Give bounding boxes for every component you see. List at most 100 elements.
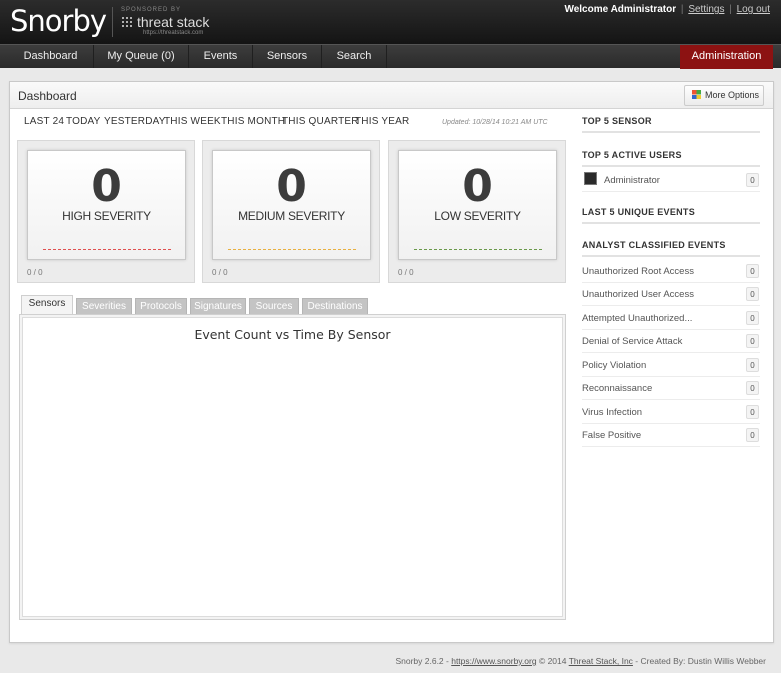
- range-this-month[interactable]: THIS MONTH: [221, 116, 285, 127]
- tab-protocols[interactable]: Protocols: [135, 298, 187, 314]
- severity-count: 0: [462, 161, 493, 212]
- classification-name: Attempted Unauthorized...: [582, 313, 693, 324]
- snorby-site-link[interactable]: https://www.snorby.org: [451, 656, 536, 666]
- tab-destinations[interactable]: Destinations: [302, 298, 368, 314]
- classification-count: 0: [746, 428, 759, 442]
- range-last-24[interactable]: LAST 24: [24, 116, 64, 127]
- threat-stack-logo: threat stack: [121, 14, 209, 30]
- footer-copyright: © 2014: [536, 656, 569, 666]
- severity-line: [43, 249, 171, 250]
- footer-credit: - Created By: Dustin Willis Webber: [632, 656, 766, 666]
- classification-count: 0: [746, 334, 759, 348]
- classification-row[interactable]: Policy Violation 0: [582, 354, 760, 377]
- classification-name: Reconnaissance: [582, 383, 653, 394]
- user-links: Welcome Administrator | Settings | Log o…: [564, 4, 770, 15]
- classification-row[interactable]: Denial of Service Attack 0: [582, 330, 760, 353]
- classified-events-heading: ANALYST CLASSIFIED EVENTS: [582, 240, 760, 257]
- sponsor-name: threat stack: [137, 14, 210, 30]
- chart-container: Event Count vs Time By Sensor: [19, 314, 566, 620]
- severity-card: 0 LOW SEVERITY: [398, 150, 557, 260]
- separator: |: [680, 4, 684, 15]
- nav-administration[interactable]: Administration: [680, 45, 773, 69]
- classification-name: Denial of Service Attack: [582, 336, 683, 347]
- range-this-week[interactable]: THIS WEEK: [164, 116, 221, 127]
- severity-label: HIGH SEVERITY: [62, 209, 151, 223]
- classification-count: 0: [746, 287, 759, 301]
- high-severity-box[interactable]: 0 HIGH SEVERITY 0 / 0: [17, 140, 195, 283]
- unique-events-heading: LAST 5 UNIQUE EVENTS: [582, 207, 760, 224]
- separator: |: [729, 4, 732, 15]
- severity-ratio: 0 / 0: [27, 268, 43, 277]
- severity-card: 0 MEDIUM SEVERITY: [212, 150, 371, 260]
- nav-events[interactable]: Events: [189, 45, 253, 68]
- classification-row[interactable]: Unauthorized Root Access 0: [582, 260, 760, 283]
- severity-label: MEDIUM SEVERITY: [238, 209, 345, 223]
- severity-ratio: 0 / 0: [212, 268, 228, 277]
- nav-search[interactable]: Search: [322, 45, 387, 68]
- classification-name: Unauthorized Root Access: [582, 266, 694, 277]
- user-name: Administrator: [604, 175, 660, 186]
- nav-my-queue[interactable]: My Queue (0): [94, 45, 189, 68]
- snorby-logo[interactable]: Snorby: [10, 4, 107, 38]
- threat-stack-link[interactable]: Threat Stack, Inc: [569, 656, 633, 666]
- sponsored-by-label: SPONSORED BY: [121, 7, 182, 13]
- top-sensor-heading: TOP 5 SENSOR: [582, 116, 760, 133]
- logout-link[interactable]: Log out: [737, 4, 770, 15]
- sponsor-block[interactable]: SPONSORED BY threat stack https://threat…: [121, 7, 209, 36]
- chart-canvas: Event Count vs Time By Sensor: [22, 317, 563, 617]
- classification-name: False Positive: [582, 430, 642, 441]
- range-this-year[interactable]: THIS YEAR: [355, 116, 409, 127]
- severity-line: [414, 249, 542, 250]
- top-users-heading: TOP 5 ACTIVE USERS: [582, 150, 760, 167]
- severity-label: LOW SEVERITY: [434, 209, 521, 223]
- classification-count: 0: [746, 358, 759, 372]
- classification-count: 0: [746, 405, 759, 419]
- severity-card: 0 HIGH SEVERITY: [27, 150, 186, 260]
- classification-name: Policy Violation: [582, 360, 647, 371]
- more-options-button[interactable]: More Options: [684, 85, 764, 106]
- sponsor-url: https://threatstack.com: [143, 30, 204, 36]
- tab-sources[interactable]: Sources: [249, 298, 299, 314]
- range-yesterday[interactable]: YESTERDAY: [104, 116, 166, 127]
- user-avatar-icon: [584, 172, 597, 185]
- classification-row[interactable]: Unauthorized User Access 0: [582, 283, 760, 306]
- severity-count: 0: [91, 161, 122, 212]
- chart-title: Event Count vs Time By Sensor: [194, 327, 391, 342]
- dashboard-panel: Dashboard More Options LAST 24 TODAY YES…: [9, 81, 774, 643]
- classification-row[interactable]: Attempted Unauthorized... 0: [582, 307, 760, 330]
- top-header: Snorby SPONSORED BY threat stack https:/…: [0, 0, 781, 44]
- classification-name: Virus Infection: [582, 407, 643, 418]
- range-this-quarter[interactable]: THIS QUARTER: [282, 116, 359, 127]
- tab-severities[interactable]: Severities: [76, 298, 132, 314]
- classification-count: 0: [746, 264, 759, 278]
- footer-version: Snorby 2.6.2 -: [395, 656, 452, 666]
- classification-name: Unauthorized User Access: [582, 289, 694, 300]
- severity-count: 0: [276, 161, 307, 212]
- classification-count: 0: [746, 381, 759, 395]
- welcome-text: Welcome Administrator: [564, 4, 677, 15]
- severity-ratio: 0 / 0: [398, 268, 414, 277]
- severity-line: [228, 249, 356, 250]
- page-title: Dashboard: [18, 89, 77, 103]
- medium-severity-box[interactable]: 0 MEDIUM SEVERITY 0 / 0: [202, 140, 380, 283]
- settings-link[interactable]: Settings: [688, 4, 724, 15]
- classification-count: 0: [746, 311, 759, 325]
- footer: Snorby 2.6.2 - https://www.snorby.org © …: [395, 656, 766, 666]
- classification-row[interactable]: Virus Infection 0: [582, 401, 760, 424]
- updated-timestamp: Updated: 10/28/14 10:21 AM UTC: [442, 119, 548, 126]
- user-count: 0: [746, 173, 759, 187]
- main-nav: Dashboard My Queue (0) Events Sensors Se…: [0, 44, 781, 69]
- nav-dashboard[interactable]: Dashboard: [8, 45, 94, 68]
- panel-header: Dashboard More Options: [10, 82, 773, 109]
- low-severity-box[interactable]: 0 LOW SEVERITY 0 / 0: [388, 140, 566, 283]
- options-grid-icon: [692, 90, 701, 99]
- tab-signatures[interactable]: Signatures: [190, 298, 246, 314]
- classification-row[interactable]: False Positive 0: [582, 424, 760, 447]
- classification-row[interactable]: Reconnaissance 0: [582, 377, 760, 400]
- range-today[interactable]: TODAY: [66, 116, 101, 127]
- user-row[interactable]: Administrator 0: [582, 169, 760, 192]
- more-options-label: More Options: [705, 90, 760, 100]
- nav-sensors[interactable]: Sensors: [253, 45, 322, 68]
- threat-stack-mark-icon: [121, 16, 133, 28]
- tab-sensors[interactable]: Sensors: [21, 295, 73, 314]
